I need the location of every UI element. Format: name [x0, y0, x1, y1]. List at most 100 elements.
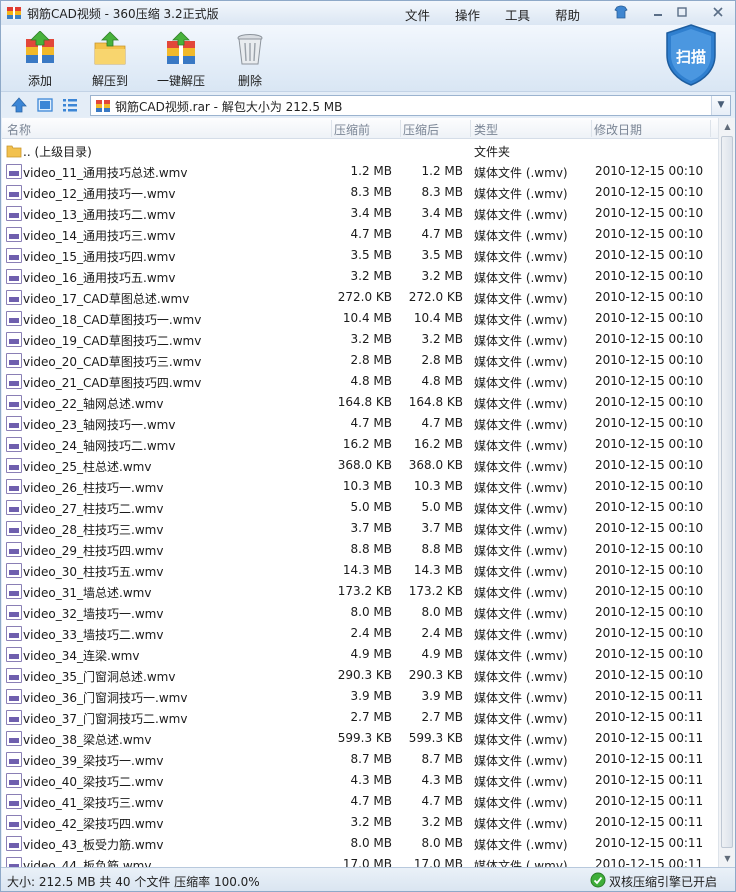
wmv-file-icon: [6, 206, 22, 221]
minimize-icon[interactable]: [649, 4, 667, 20]
table-row[interactable]: video_22_轴网总述.wmv 164.8 KB 164.8 KB 媒体文件 (.…: [2, 392, 718, 413]
column-before[interactable]: 压缩前: [334, 121, 370, 138]
table-row[interactable]: video_16_通用技巧五.wmv 3.2 MB 3.2 MB 媒体文件 (.wmv…: [2, 266, 718, 287]
table-row[interactable]: video_28_柱技巧三.wmv 3.7 MB 3.7 MB 媒体文件 (.wmv)…: [2, 518, 718, 539]
table-row[interactable]: video_41_梁技巧三.wmv 4.7 MB 4.7 MB 媒体文件 (.wmv)…: [2, 791, 718, 812]
file-type: 媒体文件 (.wmv): [474, 796, 568, 810]
table-row[interactable]: video_21_CAD草图技巧四.wmv 4.8 MB 4.8 MB 媒体文件 (.…: [2, 371, 718, 392]
skin-shirt-icon[interactable]: [612, 4, 630, 20]
close-icon[interactable]: [709, 4, 727, 20]
wmv-file-icon: [6, 668, 22, 683]
column-modified[interactable]: 修改日期: [594, 121, 642, 138]
vertical-scrollbar[interactable]: ▲ ▼: [718, 118, 735, 867]
file-type: 媒体文件 (.wmv): [474, 775, 568, 789]
table-row[interactable]: video_42_梁技巧四.wmv 3.2 MB 3.2 MB 媒体文件 (.wmv)…: [2, 812, 718, 833]
table-row[interactable]: video_12_通用技巧一.wmv 8.3 MB 8.3 MB 媒体文件 (.wmv…: [2, 182, 718, 203]
delete-label: 删除: [237, 74, 262, 88]
modified-date: 2010-12-15 00:10: [595, 374, 704, 388]
scan-label: 扫描: [675, 48, 706, 66]
scan-button[interactable]: 扫描: [663, 23, 719, 87]
delete-button[interactable]: 删除: [229, 27, 271, 89]
table-row[interactable]: video_30_柱技巧五.wmv 14.3 MB 14.3 MB 媒体文件 (.wm…: [2, 560, 718, 581]
table-row[interactable]: video_38_梁总述.wmv 599.3 KB 599.3 KB 媒体文件 (.w…: [2, 728, 718, 749]
add-label: 添加: [27, 74, 52, 88]
table-row[interactable]: video_39_梁技巧一.wmv 8.7 MB 8.7 MB 媒体文件 (.wmv)…: [2, 749, 718, 770]
table-row[interactable]: video_40_梁技巧二.wmv 4.3 MB 4.3 MB 媒体文件 (.wmv)…: [2, 770, 718, 791]
column-name[interactable]: 名称: [7, 121, 31, 138]
scroll-up-icon[interactable]: ▲: [719, 118, 735, 135]
table-row[interactable]: video_35_门窗洞总述.wmv 290.3 KB 290.3 KB 媒体文件 (…: [2, 665, 718, 686]
parent-directory-name: .. (上级目录): [23, 145, 92, 159]
wmv-file-icon: [6, 710, 22, 725]
table-row[interactable]: video_29_柱技巧四.wmv 8.8 MB 8.8 MB 媒体文件 (.wmv)…: [2, 539, 718, 560]
scroll-down-icon[interactable]: ▼: [719, 850, 735, 867]
extract-to-button[interactable]: 解压到: [85, 27, 135, 89]
address-dropdown-chevron-down-icon[interactable]: ▼: [711, 96, 730, 115]
table-row[interactable]: video_31_墙总述.wmv 173.2 KB 173.2 KB 媒体文件 (.w…: [2, 581, 718, 602]
up-arrow-icon[interactable]: [10, 96, 28, 114]
size-before: 272.0 KB: [337, 290, 392, 304]
table-row[interactable]: video_23_轴网技巧一.wmv 4.7 MB 4.7 MB 媒体文件 (.wmv…: [2, 413, 718, 434]
size-before: 173.2 KB: [337, 584, 392, 598]
folder-up-icon: [6, 145, 22, 158]
table-row[interactable]: video_37_门窗洞技巧二.wmv 2.7 MB 2.7 MB 媒体文件 (.wm…: [2, 707, 718, 728]
column-after[interactable]: 压缩后: [403, 121, 439, 138]
modified-date: 2010-12-15 00:10: [595, 458, 704, 472]
size-before: 3.5 MB: [350, 248, 392, 262]
menu-file[interactable]: 文件: [405, 5, 430, 24]
column-header: 名称 压缩前 压缩后 类型 修改日期: [2, 118, 718, 139]
file-name: video_34_连梁.wmv: [23, 649, 140, 663]
table-row[interactable]: video_33_墙技巧二.wmv 2.4 MB 2.4 MB 媒体文件 (.wmv)…: [2, 623, 718, 644]
table-row[interactable]: video_27_柱技巧二.wmv 5.0 MB 5.0 MB 媒体文件 (.wmv)…: [2, 497, 718, 518]
size-after: 3.4 MB: [421, 206, 463, 220]
file-type: 媒体文件 (.wmv): [474, 376, 568, 390]
size-after: 8.3 MB: [421, 185, 463, 199]
title-bar[interactable]: 钢筋CAD视频 - 360压缩 3.2正式版 文件 操作 工具 帮助: [1, 1, 735, 25]
table-row[interactable]: video_34_连梁.wmv 4.9 MB 4.9 MB 媒体文件 (.wmv) 20…: [2, 644, 718, 665]
table-row[interactable]: video_44_板负筋.wmv 17.0 MB 17.0 MB 媒体文件 (.wmv…: [2, 854, 718, 867]
table-row[interactable]: video_13_通用技巧二.wmv 3.4 MB 3.4 MB 媒体文件 (.wmv…: [2, 203, 718, 224]
menu-action[interactable]: 操作: [455, 5, 480, 24]
table-row[interactable]: video_11_通用技巧总述.wmv 1.2 MB 1.2 MB 媒体文件 (.wm…: [2, 161, 718, 182]
size-before: 3.7 MB: [350, 521, 392, 535]
file-list: 名称 压缩前 压缩后 类型 修改日期 .. (上级目录) 文件夹 video_1…: [2, 118, 735, 867]
table-row[interactable]: video_24_轴网技巧二.wmv 16.2 MB 16.2 MB 媒体文件 (.w…: [2, 434, 718, 455]
size-after: 599.3 KB: [408, 731, 463, 745]
scroll-thumb[interactable]: [721, 136, 733, 848]
table-row[interactable]: video_26_柱技巧一.wmv 10.3 MB 10.3 MB 媒体文件 (.wm…: [2, 476, 718, 497]
one-click-extract-button[interactable]: 一键解压: [153, 27, 209, 89]
wmv-file-icon: [6, 731, 22, 746]
size-after: 1.2 MB: [421, 164, 463, 178]
file-type: 媒体文件 (.wmv): [474, 544, 568, 558]
table-row[interactable]: video_14_通用技巧三.wmv 4.7 MB 4.7 MB 媒体文件 (.wmv…: [2, 224, 718, 245]
column-type[interactable]: 类型: [474, 121, 498, 138]
address-field[interactable]: 钢筋CAD视频.rar - 解包大小为 212.5 MB ▼: [90, 95, 731, 116]
table-row[interactable]: video_17_CAD草图总述.wmv 272.0 KB 272.0 KB 媒体文件…: [2, 287, 718, 308]
table-row[interactable]: video_32_墙技巧一.wmv 8.0 MB 8.0 MB 媒体文件 (.wmv)…: [2, 602, 718, 623]
wmv-file-icon: [6, 689, 22, 704]
menu-tools[interactable]: 工具: [505, 5, 530, 24]
wmv-file-icon: [6, 290, 22, 305]
file-name: video_21_CAD草图技巧四.wmv: [23, 376, 202, 390]
maximize-icon[interactable]: [673, 4, 691, 20]
file-name: video_30_柱技巧五.wmv: [23, 565, 164, 579]
file-type: 媒体文件 (.wmv): [474, 817, 568, 831]
menu-help[interactable]: 帮助: [555, 5, 580, 24]
icon-view-icon[interactable]: [36, 96, 54, 114]
table-row[interactable]: video_15_通用技巧四.wmv 3.5 MB 3.5 MB 媒体文件 (.wmv…: [2, 245, 718, 266]
size-before: 10.4 MB: [342, 311, 392, 325]
modified-date: 2010-12-15 00:11: [595, 710, 704, 724]
table-row[interactable]: video_25_柱总述.wmv 368.0 KB 368.0 KB 媒体文件 (.w…: [2, 455, 718, 476]
parent-directory-row[interactable]: .. (上级目录) 文件夹: [2, 140, 718, 161]
table-row[interactable]: video_36_门窗洞技巧一.wmv 3.9 MB 3.9 MB 媒体文件 (.wm…: [2, 686, 718, 707]
file-name: video_43_板受力筋.wmv: [23, 838, 164, 852]
window-title: 钢筋CAD视频 - 360压缩 3.2正式版: [27, 7, 219, 21]
size-after: 2.4 MB: [421, 626, 463, 640]
list-view-icon[interactable]: [61, 96, 79, 114]
table-row[interactable]: video_18_CAD草图技巧一.wmv 10.4 MB 10.4 MB 媒体文件 …: [2, 308, 718, 329]
add-button[interactable]: 添加: [17, 27, 63, 89]
modified-date: 2010-12-15 00:10: [595, 227, 704, 241]
table-row[interactable]: video_43_板受力筋.wmv 8.0 MB 8.0 MB 媒体文件 (.wmv)…: [2, 833, 718, 854]
table-row[interactable]: video_20_CAD草图技巧三.wmv 2.8 MB 2.8 MB 媒体文件 (.…: [2, 350, 718, 371]
table-row[interactable]: video_19_CAD草图技巧二.wmv 3.2 MB 3.2 MB 媒体文件 (.…: [2, 329, 718, 350]
